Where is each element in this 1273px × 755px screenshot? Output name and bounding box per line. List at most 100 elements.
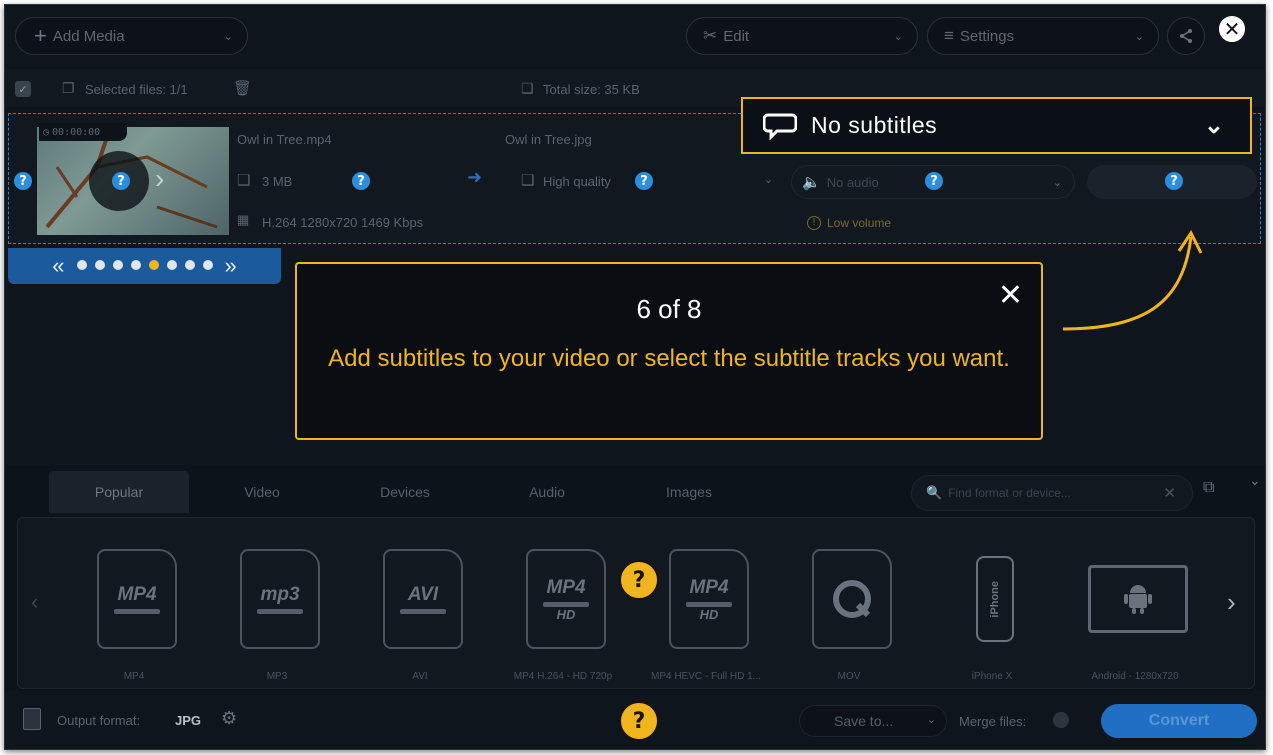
convert-button[interactable]: Convert (1101, 704, 1257, 738)
tab-images[interactable]: Images (619, 471, 759, 513)
tour-step-dot[interactable] (130, 260, 141, 270)
codec-info: H.264 1280x720 1469 Kbps (262, 215, 424, 230)
format-item[interactable]: AVI AVI (365, 543, 475, 698)
help-icon[interactable]: ? (635, 172, 653, 190)
gear-icon[interactable]: ⚙ (221, 708, 237, 729)
video-thumbnail[interactable]: › (37, 127, 229, 235)
format-item[interactable]: iPhone iPhone X (937, 543, 1047, 698)
format-badge-text: MP4 (689, 576, 729, 598)
format-badge-text: MP4 (546, 576, 586, 598)
format-badge-text: mp3 (260, 584, 300, 605)
format-caption: iPhone X (971, 671, 1013, 682)
iphone-icon: iPhone (955, 549, 1035, 649)
chevron-down-icon: ⌄ (893, 30, 903, 43)
settings-label: Settings (959, 27, 1015, 45)
import-format-icon[interactable]: ⧉ (1203, 479, 1214, 497)
plus-icon: + (34, 23, 47, 48)
tab-audio[interactable]: Audio (477, 471, 617, 513)
settings-button[interactable]: ≡ Settings ⌄ (927, 17, 1159, 55)
tour-message: Add subtitles to your video or select th… (328, 345, 1010, 372)
format-item[interactable]: mp3 MP3 (222, 543, 332, 698)
speech-bubble-icon (763, 113, 797, 140)
trash-icon[interactable]: 🗑 (233, 79, 252, 97)
next-thumb-icon: › (155, 163, 165, 194)
help-icon[interactable]: ? (14, 172, 32, 190)
format-badge-bar (114, 609, 160, 614)
chevron-down-icon: ⌄ (926, 714, 936, 726)
chevron-down-icon: ⌄ (1052, 176, 1062, 189)
tour-step-dot[interactable] (166, 260, 177, 270)
format-caption: Android - 1280x720 (1091, 671, 1179, 682)
carousel-right-icon[interactable]: › (1227, 587, 1236, 618)
close-tour-button[interactable]: ✕ (1217, 14, 1247, 44)
merge-files-label: Merge files: (959, 714, 1027, 729)
subtitles-value: No subtitles (811, 112, 938, 138)
chevron-down-icon: ⌄ (763, 174, 773, 186)
help-icon[interactable]: ? (925, 172, 943, 190)
volume-warning: ! Low volume (807, 216, 891, 230)
file-icon: ❑ (521, 172, 535, 189)
selected-files-count: Selected files: 1/1 (85, 82, 188, 97)
tour-step-dot[interactable] (94, 260, 105, 270)
help-icon[interactable]: ? (619, 701, 659, 741)
mp4-hevc-file-icon: MP4 HD (669, 549, 749, 649)
output-file-name[interactable]: Owl in Tree.jpg (505, 132, 592, 147)
tour-step-dot[interactable] (76, 260, 87, 270)
app-window: + Add Media ⌄ ✂ Edit ⌄ ≡ Settings ⌄ ✕ ✓ … (4, 4, 1266, 750)
merge-files-toggle[interactable] (1053, 712, 1069, 728)
tab-devices[interactable]: Devices (335, 471, 475, 513)
format-item[interactable]: MOV (794, 543, 904, 698)
format-badge-text: AVI (407, 584, 439, 605)
format-caption: MOV (837, 671, 861, 682)
save-to-label: Save to... (834, 713, 894, 729)
format-item[interactable]: MP4 HD MP4 H.264 - HD 720p (508, 543, 618, 698)
format-caption: MP3 (266, 671, 288, 682)
format-item[interactable]: MP4 HD MP4 HEVC - Full HD 1... (651, 543, 761, 698)
share-button[interactable] (1167, 17, 1205, 55)
previous-step-icon[interactable]: « (52, 253, 64, 279)
convert-arrow-icon: ➜ (467, 167, 483, 187)
format-caption: MP4 H.264 - HD 720p (513, 671, 613, 682)
format-caption: AVI (412, 671, 428, 682)
tab-video[interactable]: Video (192, 471, 332, 513)
help-icon[interactable]: ? (619, 560, 659, 600)
warning-icon: ! (807, 216, 821, 230)
format-item[interactable]: Android - 1280x720 (1080, 543, 1190, 698)
subtitles-dropdown[interactable]: No subtitles ⌄ (741, 97, 1252, 154)
format-badge-text: MP4 (117, 584, 157, 605)
help-icon[interactable]: ? (112, 172, 130, 190)
file-size-icon: ❑ (237, 172, 251, 189)
speaker-icon: 🔈 (802, 174, 821, 191)
format-badge-bar (257, 609, 303, 614)
convert-label: Convert (1148, 712, 1210, 729)
iphone-badge-text: iPhone (989, 580, 1001, 618)
format-item[interactable]: MP4 MP4 (79, 543, 189, 698)
mp4-hd-file-icon: MP4 HD (526, 549, 606, 649)
select-all-checkbox[interactable]: ✓ (15, 81, 31, 97)
tour-arrow (1062, 230, 1203, 331)
format-badge-sub: HD (556, 606, 576, 622)
save-to-button[interactable]: Save to... ⌄ (799, 705, 947, 737)
tour-step-dot[interactable] (202, 260, 213, 270)
collapse-panel-icon[interactable]: ⌄ (1249, 472, 1261, 489)
duration-badge: ◷ 00:00:00 (39, 123, 127, 141)
tab-popular[interactable]: Popular (49, 471, 189, 513)
audio-value: No audio (826, 174, 879, 190)
help-icon[interactable]: ? (352, 172, 370, 190)
help-icon[interactable]: ? (1165, 172, 1183, 190)
tour-step-dot[interactable] (148, 260, 159, 270)
mp4-file-icon: MP4 (97, 549, 177, 649)
tour-step-dot[interactable] (184, 260, 195, 270)
volume-warning-text: Low volume (827, 216, 892, 230)
edit-button[interactable]: ✂ Edit ⌄ (686, 17, 918, 55)
carousel-left-icon[interactable]: ‹ (31, 589, 38, 615)
clear-search-icon[interactable]: ✕ (1163, 484, 1176, 502)
add-media-button[interactable]: + Add Media ⌄ (15, 17, 248, 55)
search-field[interactable]: 🔍 Find format or device... ✕ (911, 475, 1193, 511)
tour-step-dot[interactable] (112, 260, 123, 270)
next-step-icon[interactable]: » (225, 253, 237, 279)
format-badge-bar (400, 609, 446, 614)
file-size: 3 MB (262, 174, 293, 189)
close-tooltip-button[interactable]: ✕ (998, 278, 1023, 313)
add-media-label: Add Media (52, 27, 125, 45)
